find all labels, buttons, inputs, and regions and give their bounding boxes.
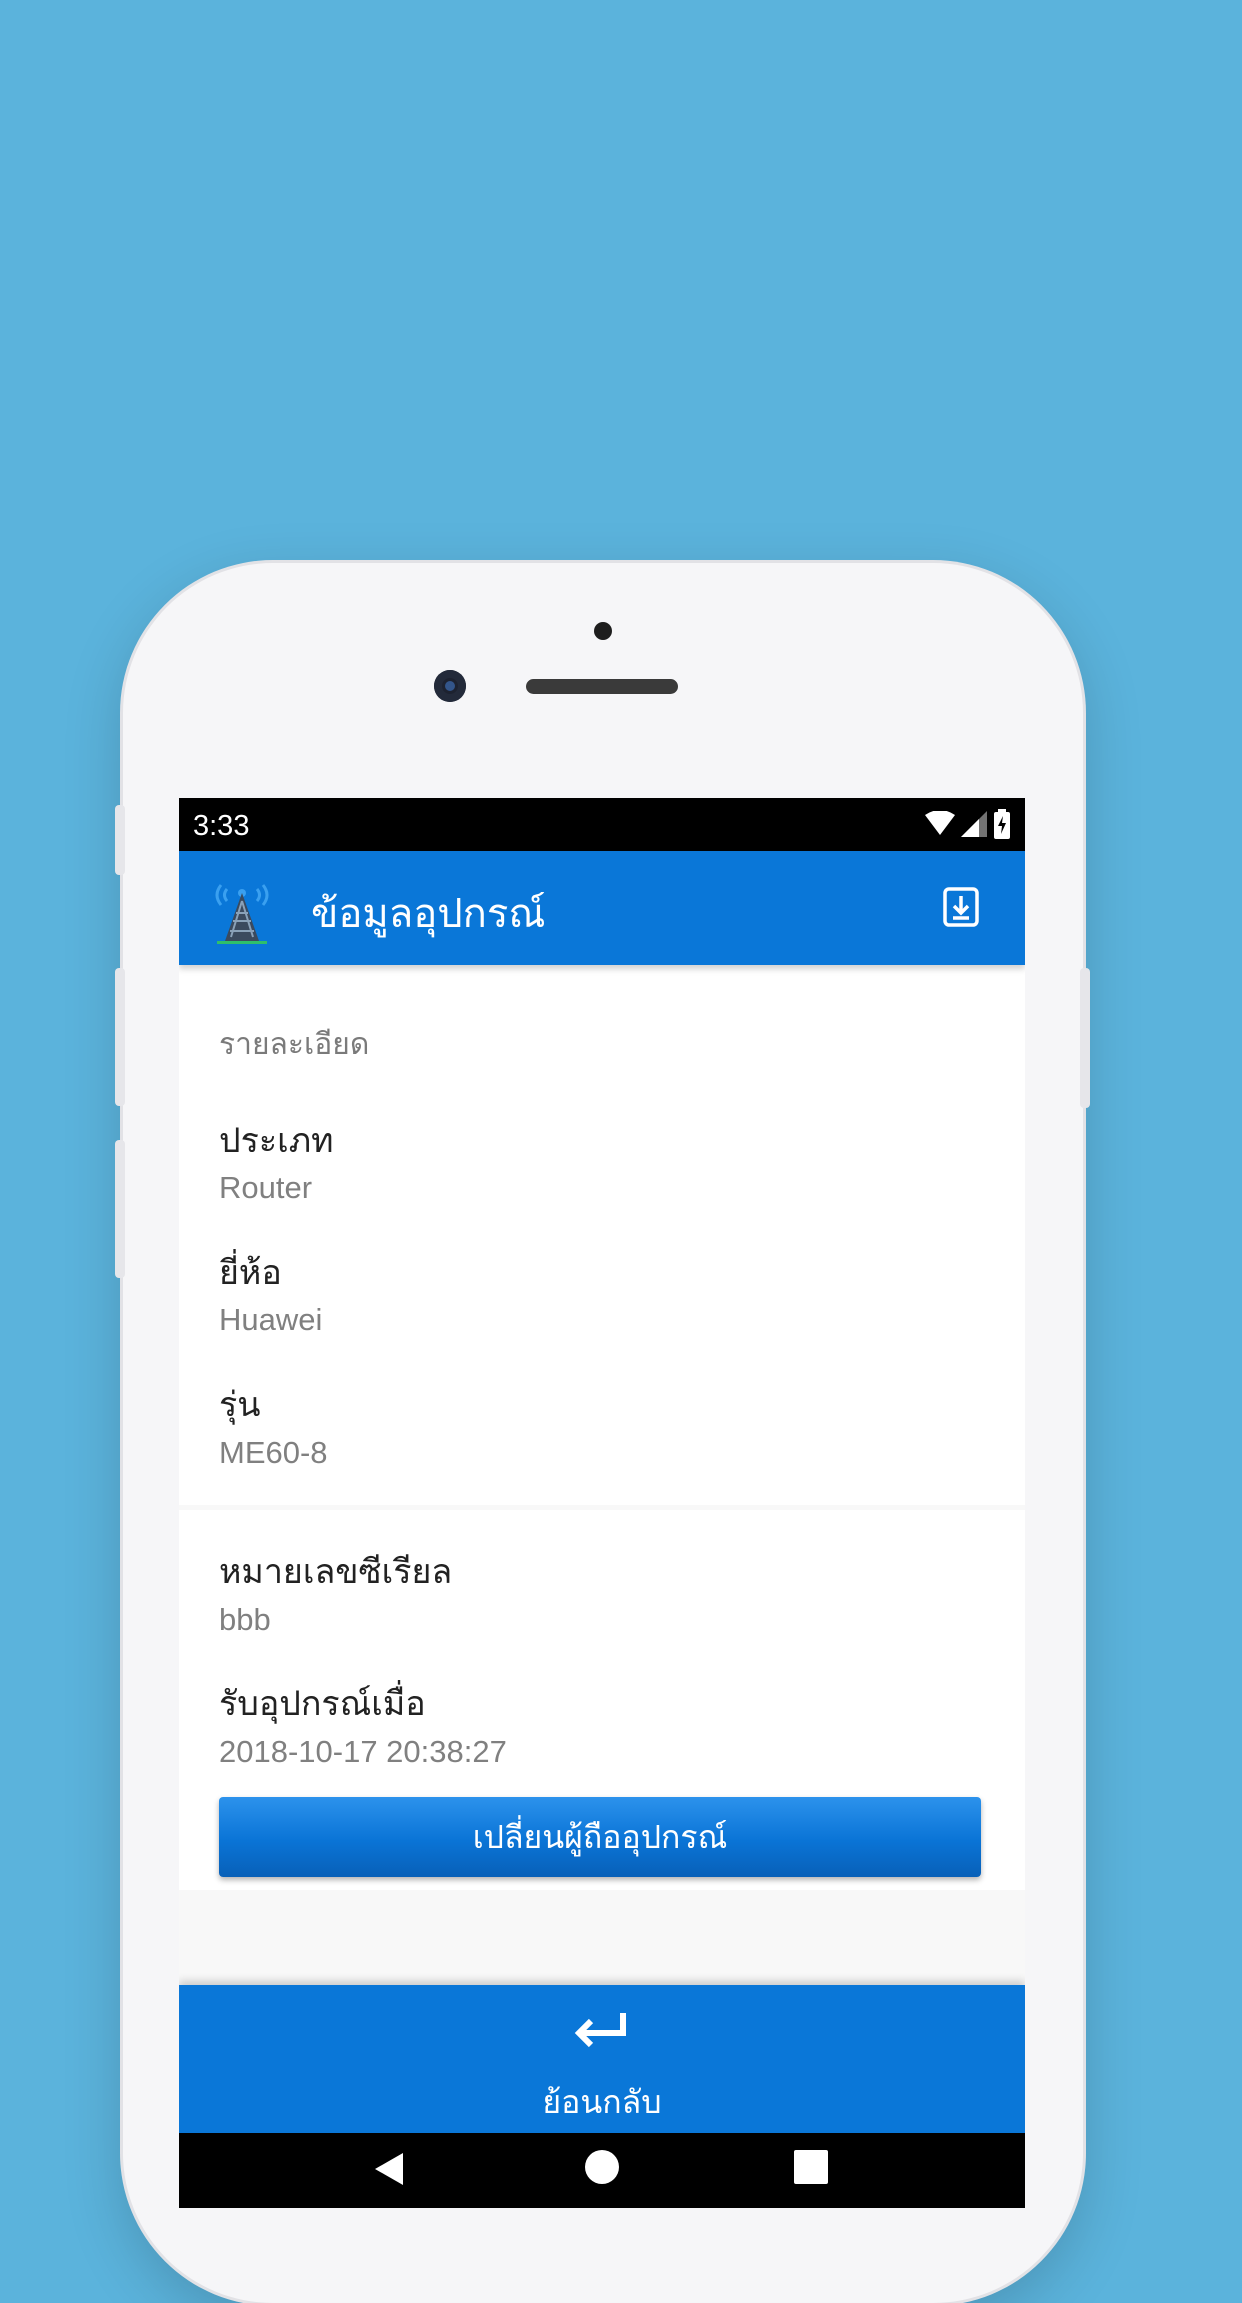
return-arrow-icon	[574, 2013, 626, 2048]
nav-home-icon[interactable]	[584, 2149, 620, 2185]
field-value-model: ME60-8	[219, 1435, 328, 1470]
field-value-brand: Huawei	[219, 1302, 323, 1337]
wifi-icon	[925, 811, 955, 835]
back-bar-button[interactable]: ย้อนกลับ	[179, 1985, 1025, 2133]
status-time: 3:33	[193, 810, 250, 842]
details-card: รายละเอียด ประเภท Router ยี่ห้อ Huawei ร…	[179, 965, 1025, 1505]
holding-card: หมายเลขซีเรียล bbb รับอุปกรณ์เมื่อ 2018-…	[179, 1510, 1025, 1890]
phone-screen: 3:33 ข้อมูลอุปกรณ์ รายละเอียด ประเภท Rou…	[179, 798, 1025, 2208]
download-icon[interactable]	[943, 887, 979, 927]
proximity-sensor	[594, 622, 612, 640]
field-label-serial: หมายเลขซีเรียล	[219, 1552, 453, 1592]
phone-volume-down	[115, 1140, 125, 1278]
status-icons	[925, 808, 1011, 840]
section-title: รายละเอียด	[219, 1027, 370, 1062]
field-value-received: 2018-10-17 20:38:27	[219, 1734, 507, 1769]
front-camera	[434, 670, 466, 702]
phone-power-button	[1080, 968, 1090, 1108]
nav-back-icon[interactable]	[369, 2149, 409, 2189]
battery-charging-icon	[994, 809, 1010, 839]
field-label-type: ประเภท	[219, 1121, 334, 1161]
status-bar: 3:33	[179, 798, 1025, 851]
phone-volume-up	[115, 968, 125, 1106]
field-value-type: Router	[219, 1170, 313, 1205]
back-label: ย้อนกลับ	[542, 2083, 662, 2121]
app-title: ข้อมูลอุปกรณ์	[311, 891, 546, 937]
change-holder-button[interactable]: เปลี่ยนผู้ถืออุปกรณ์	[219, 1797, 981, 1877]
earpiece-speaker	[526, 679, 678, 694]
field-label-model: รุ่น	[219, 1385, 261, 1425]
field-value-serial: bbb	[219, 1602, 271, 1637]
field-label-brand: ยี่ห้อ	[219, 1253, 282, 1293]
app-bar: ข้อมูลอุปกรณ์	[179, 851, 1025, 965]
field-label-received: รับอุปกรณ์เมื่อ	[219, 1684, 426, 1724]
content-area: รายละเอียด ประเภท Router ยี่ห้อ Huawei ร…	[179, 965, 1025, 2005]
phone-mute-switch	[115, 805, 125, 875]
signal-icon	[961, 811, 987, 837]
system-nav-bar	[179, 2133, 1025, 2208]
nav-recents-icon[interactable]	[793, 2149, 829, 2185]
radio-tower-icon	[215, 884, 269, 944]
